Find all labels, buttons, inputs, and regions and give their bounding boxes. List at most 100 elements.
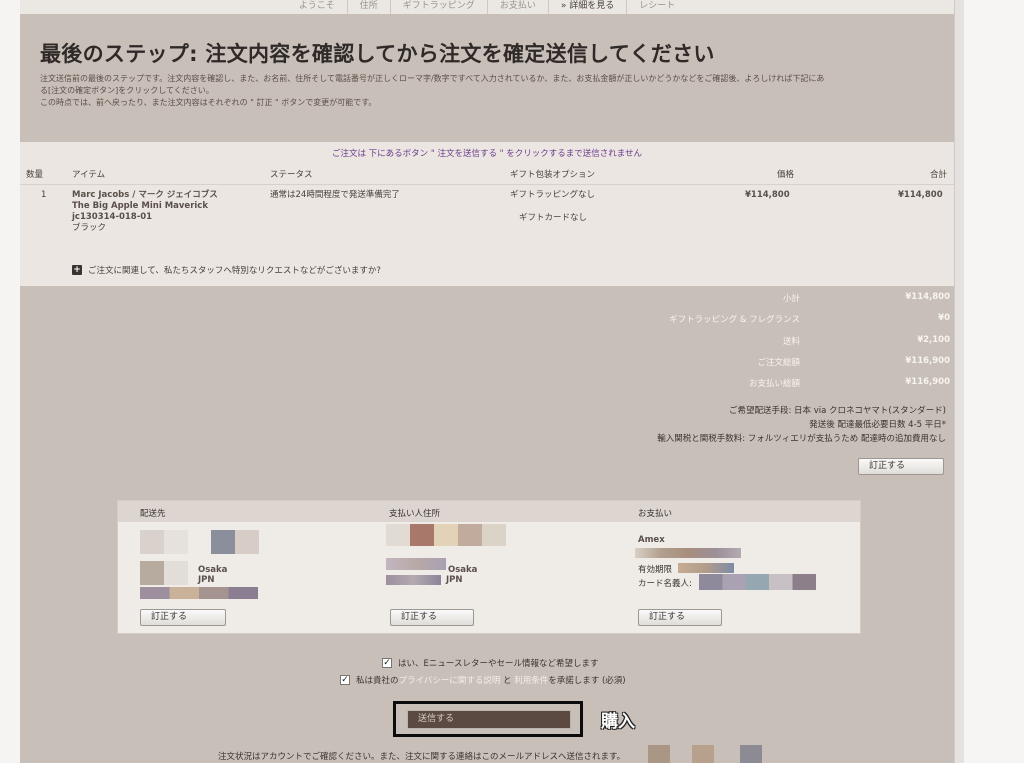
- purchase-annotation: 購入: [601, 712, 635, 732]
- card-type: Amex: [638, 535, 665, 545]
- header-gift: ギフト包装オプション: [510, 170, 596, 180]
- redacted-block: [211, 530, 235, 554]
- redacted-block: [140, 530, 164, 554]
- item-brand[interactable]: Marc Jacobs / マーク ジェイコブス: [72, 190, 218, 201]
- privacy-post: を承諾します (必須): [548, 676, 626, 686]
- privacy-link[interactable]: プライバシーに関する説明: [399, 676, 501, 686]
- giftwrap-label: ギフトラッピング & フレグランス: [669, 315, 800, 325]
- redacted-block: [235, 530, 259, 554]
- ship-to-title: 配送先: [140, 509, 166, 519]
- redacted-block: [386, 575, 441, 585]
- totals-order: ご注文総額 ¥116,900: [600, 356, 950, 368]
- item-status: 通常は24時間程度で発送準備完了: [270, 190, 400, 200]
- bill-country: JPN: [446, 575, 463, 585]
- subtotal-value: ¥114,800: [905, 292, 950, 302]
- shipping-duty: 輸入関税と関税手数料: フォルツィエリが支払うため 配達時の追加費用なし: [657, 434, 946, 444]
- checkout-page: ようこそ 住所 ギフトラッピング お支払い » 詳細を見る レシート 最後のステ…: [0, 0, 1024, 763]
- shipping-method: ご希望配送手段: 日本 via クロネコヤマト(スタンダード): [728, 406, 946, 416]
- redacted-block: [692, 745, 714, 763]
- checkout-steps: ようこそ 住所 ギフトラッピング お支払い » 詳細を見る レシート: [20, 0, 954, 14]
- cardholder-label: カード名義人:: [638, 579, 692, 589]
- ship-country: JPN: [198, 575, 215, 585]
- item-color: ブラック: [72, 223, 107, 233]
- left-gutter: [0, 0, 20, 763]
- totals-shipping: 送料 ¥2,100: [600, 335, 950, 347]
- redacted-block: [635, 548, 741, 558]
- item-gift-wrap: ギフトラッピングなし: [510, 190, 596, 200]
- shipping-days: 発送後 配達最低必要日数 4-5 平日*: [809, 420, 946, 430]
- privacy-and: と: [500, 676, 515, 686]
- newsletter-label: はい、Eニュースレターやセール情報など希望します: [398, 659, 599, 669]
- payment-total-label: お支払い総額: [748, 379, 800, 389]
- shipping-value: ¥2,100: [917, 335, 950, 345]
- edit-shipping-button[interactable]: 訂正する: [858, 458, 944, 475]
- step-gift-wrap[interactable]: ギフトラッピング: [389, 0, 487, 14]
- address-box-header: [118, 501, 860, 522]
- edit-bill-address-button[interactable]: 訂正する: [390, 609, 474, 626]
- order-total-label: ご注文総額: [757, 358, 800, 368]
- intro-line-1: 注文送信前の最後のステップです。注文内容を確認し、また、お名前、住所そして電話番…: [40, 74, 825, 83]
- payment-title: お支払い: [638, 509, 673, 519]
- intro-line-2: る[注文の確定ボタン]をクリックしてください。: [40, 86, 214, 95]
- subtotal-label: 小計: [782, 294, 800, 304]
- item-gift-card: ギフトカードなし: [519, 213, 588, 223]
- item-total: ¥114,800: [898, 190, 943, 200]
- step-welcome[interactable]: ようこそ: [287, 0, 347, 14]
- privacy-checkbox[interactable]: ✓: [340, 675, 350, 685]
- privacy-label: 私は貴社のプライバシーに関する説明 と 利用条件を承諾します (必須): [356, 674, 626, 686]
- order-total-value: ¥116,900: [905, 356, 950, 366]
- redacted-block: [482, 524, 506, 546]
- redacted-block: [434, 524, 458, 546]
- redacted-block: [740, 745, 762, 763]
- main-panel: ようこそ 住所 ギフトラッピング お支払い » 詳細を見る レシート 最後のステ…: [20, 0, 954, 763]
- plus-icon: +: [72, 265, 82, 275]
- step-address[interactable]: 住所: [346, 0, 390, 14]
- totals-payment: お支払い総額 ¥116,900: [600, 377, 950, 389]
- totals-giftwrap: ギフトラッピング & フレグランス ¥0: [600, 313, 950, 325]
- redacted-block: [140, 587, 258, 599]
- submit-highlight: 送信する: [393, 701, 583, 737]
- item-qty: 1: [41, 190, 47, 200]
- redacted-block: [678, 563, 734, 573]
- newsletter-checkbox[interactable]: ✓: [382, 658, 392, 668]
- redacted-block: [648, 745, 670, 763]
- special-request-toggle[interactable]: + ご注文に関連して、私たちスタッフへ特別なリクエストなどがございますか?: [72, 264, 381, 276]
- header-status: ステータス: [270, 170, 313, 180]
- giftwrap-value: ¥0: [938, 313, 950, 323]
- redacted-block: [458, 524, 482, 546]
- shipping-label: 送料: [782, 337, 800, 347]
- submit-order-button[interactable]: 送信する: [407, 710, 571, 729]
- intro-text: 注文送信前の最後のステップです。注文内容を確認し、また、お名前、住所そして電話番…: [40, 73, 940, 109]
- header-price: 価格: [777, 170, 795, 180]
- newsletter-row: ✓ はい、Eニュースレターやセール情報など希望します: [382, 657, 598, 669]
- redacted-block: [386, 558, 446, 570]
- step-receipt: レシート: [626, 0, 687, 14]
- header-qty: 数量: [26, 170, 44, 180]
- item-name[interactable]: The Big Apple Mini Maverick: [72, 201, 218, 212]
- redacted-block: [140, 561, 164, 585]
- step-payment[interactable]: お支払い: [486, 0, 548, 14]
- redacted-block: [410, 524, 434, 546]
- scrollbar-track[interactable]: [954, 0, 964, 763]
- header-total: 合計: [930, 170, 948, 180]
- redacted-block: [164, 530, 188, 554]
- terms-link[interactable]: 利用条件: [514, 676, 548, 686]
- intro-line-3: この時点では、前へ戻ったり、また注文内容はそれぞれの " 訂正 " ボタンで変更…: [40, 98, 377, 107]
- edit-payment-button[interactable]: 訂正する: [638, 609, 722, 626]
- edit-ship-address-button[interactable]: 訂正する: [140, 609, 226, 626]
- header-item: アイテム: [72, 170, 106, 180]
- item-sku: jc130314-018-01: [72, 212, 153, 222]
- footer-note: 注文状況はアカウントでご確認ください。また、注文に関する連絡はこのメールアドレス…: [218, 752, 626, 762]
- bill-to-title: 支払い人住所: [389, 509, 441, 519]
- redacted-block: [164, 561, 188, 585]
- page-title: 最後のステップ: 注文内容を確認してから注文を確定送信してください: [40, 42, 715, 66]
- redacted-block: [386, 524, 410, 546]
- order-table: 数量 アイテム ステータス ギフト包装オプション 価格 合計 1 Marc Ja…: [20, 164, 954, 286]
- expiry-label: 有効期限: [638, 565, 673, 575]
- item-details: Marc Jacobs / マーク ジェイコブス The Big Apple M…: [72, 190, 218, 234]
- ship-city: Osaka: [198, 565, 228, 575]
- notice-band: ご注文は 下にあるボタン " 注文を送信する " をクリックするまで送信されませ…: [20, 142, 954, 164]
- totals-subtotal: 小計 ¥114,800: [600, 292, 950, 304]
- privacy-row: ✓ 私は貴社のプライバシーに関する説明 と 利用条件を承諾します (必須): [340, 674, 626, 686]
- privacy-pre: 私は貴社の: [356, 676, 399, 686]
